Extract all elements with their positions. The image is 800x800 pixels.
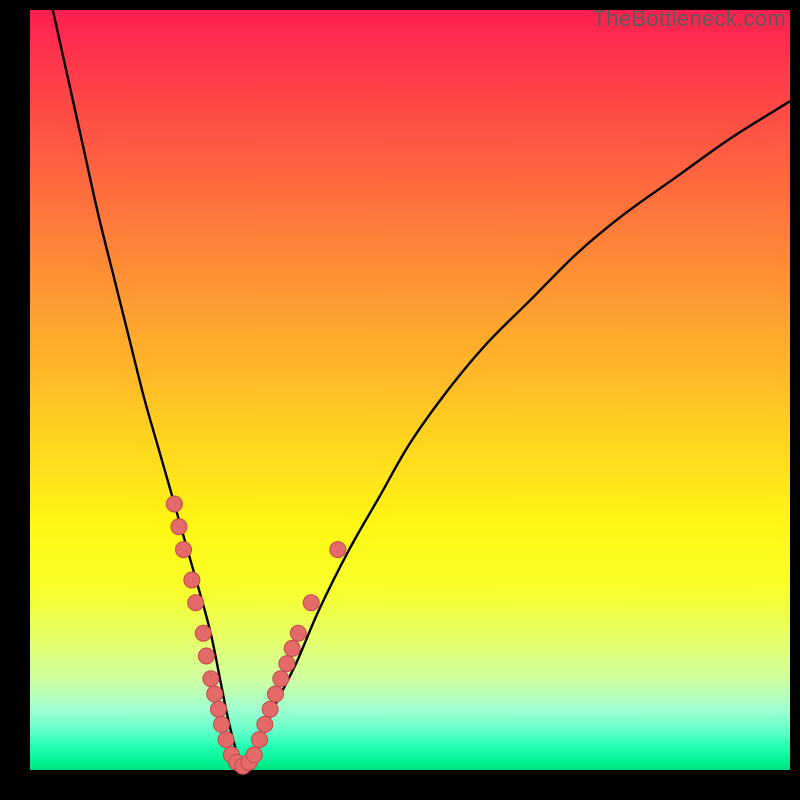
curve-marker: [257, 716, 273, 732]
curve-marker: [284, 640, 300, 656]
chart-frame: TheBottleneck.com: [0, 0, 800, 800]
curve-marker: [184, 572, 200, 588]
curve-marker: [267, 686, 283, 702]
plot-area: [30, 10, 790, 770]
curve-marker: [218, 732, 234, 748]
curve-marker: [214, 716, 230, 732]
curve-marker: [246, 747, 262, 763]
curve-markers: [166, 496, 345, 774]
curve-marker: [176, 542, 192, 558]
curve-marker: [203, 671, 219, 687]
curve-marker: [273, 671, 289, 687]
curve-marker: [330, 542, 346, 558]
curve-marker: [262, 701, 278, 717]
curve-marker: [188, 595, 204, 611]
curve-marker: [195, 625, 211, 641]
curve-marker: [171, 519, 187, 535]
curve-marker: [210, 701, 226, 717]
bottleneck-curve: [53, 10, 790, 770]
curve-marker: [166, 496, 182, 512]
curve-marker: [207, 686, 223, 702]
curve-marker: [303, 595, 319, 611]
curve-marker: [290, 625, 306, 641]
watermark-text: TheBottleneck.com: [593, 6, 786, 32]
bottleneck-curve-svg: [30, 10, 790, 770]
curve-marker: [279, 656, 295, 672]
curve-marker: [198, 648, 214, 664]
curve-marker: [252, 732, 268, 748]
